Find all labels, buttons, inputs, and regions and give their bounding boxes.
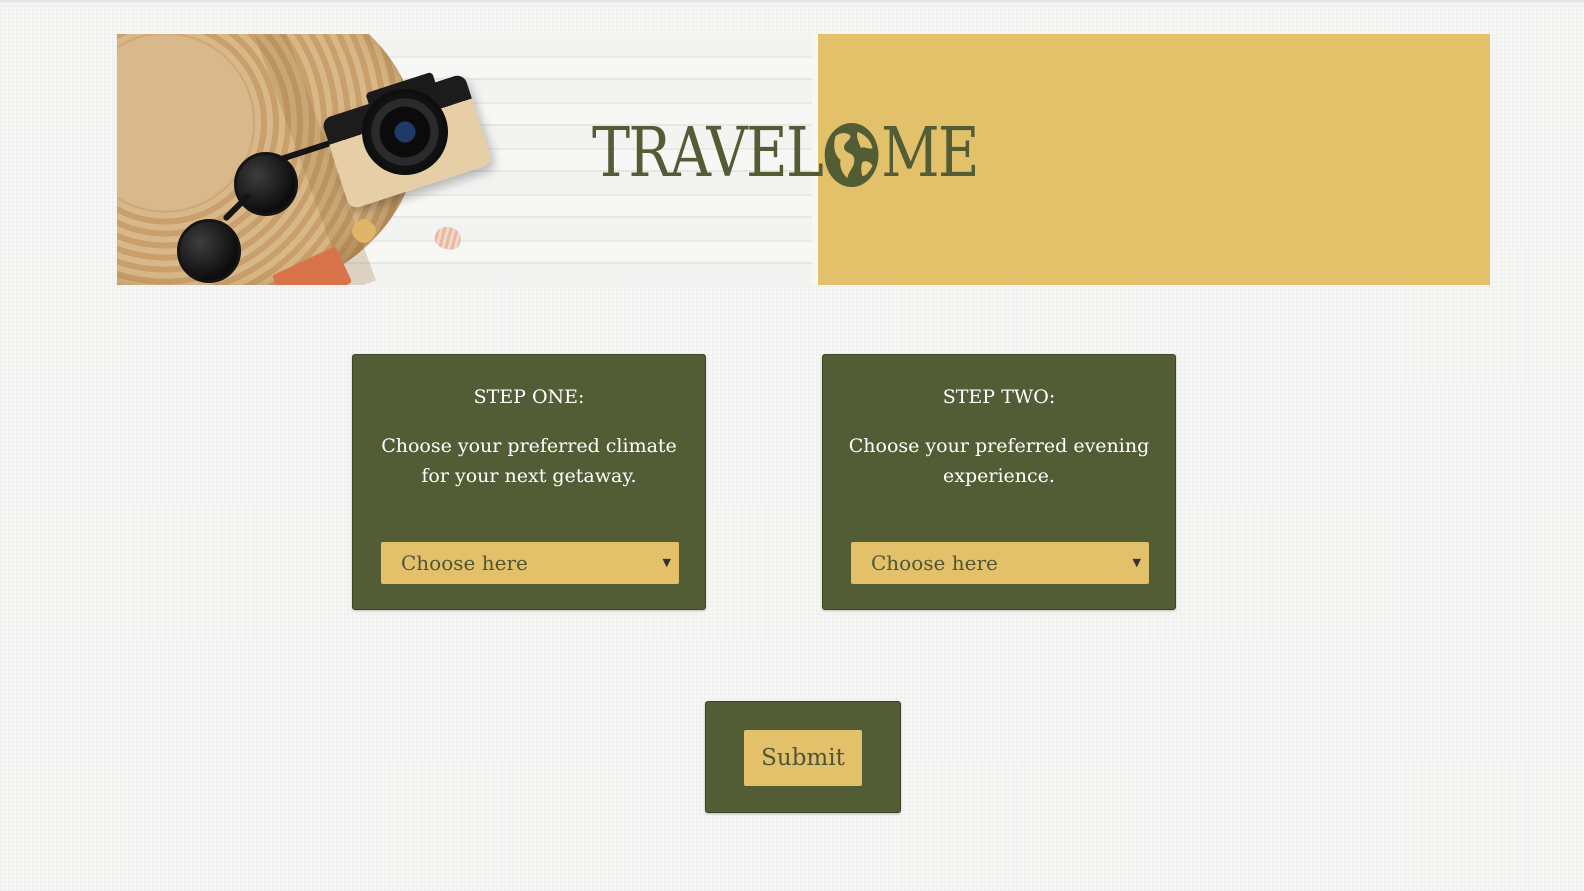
submit-button[interactable]: Submit [744,730,862,786]
step-two-prompt: Choose your preferred evening experience… [848,435,1150,487]
sunglasses-lens-left [177,219,241,283]
logo-text-me: ME [881,114,980,193]
dropdown-arrow-icon: ▼ [1132,556,1141,569]
evening-select-value: Choose here [871,551,998,575]
climate-select[interactable]: Choose here ▼ [381,542,679,584]
top-border [0,0,1584,2]
globe-icon [824,123,879,187]
seashell-image [432,224,464,252]
step-one-title: STEP ONE: [473,386,585,408]
sunglasses-lens-right [234,152,298,216]
camera-lens [362,89,448,175]
step-two-card: STEP TWO: Choose your preferred evening … [822,354,1176,610]
dropdown-arrow-icon: ▼ [662,556,671,569]
site-logo: TRAVEL ME [592,114,980,194]
climate-select-value: Choose here [401,551,528,575]
submit-panel: Submit [705,701,901,813]
step-two-title: STEP TWO: [942,386,1056,408]
step-one-card: STEP ONE: Choose your preferred climate … [352,354,706,610]
evening-experience-select[interactable]: Choose here ▼ [851,542,1149,584]
step-one-prompt: Choose your preferred climate for your n… [381,435,677,487]
logo-text-travel: TRAVEL [592,114,824,193]
